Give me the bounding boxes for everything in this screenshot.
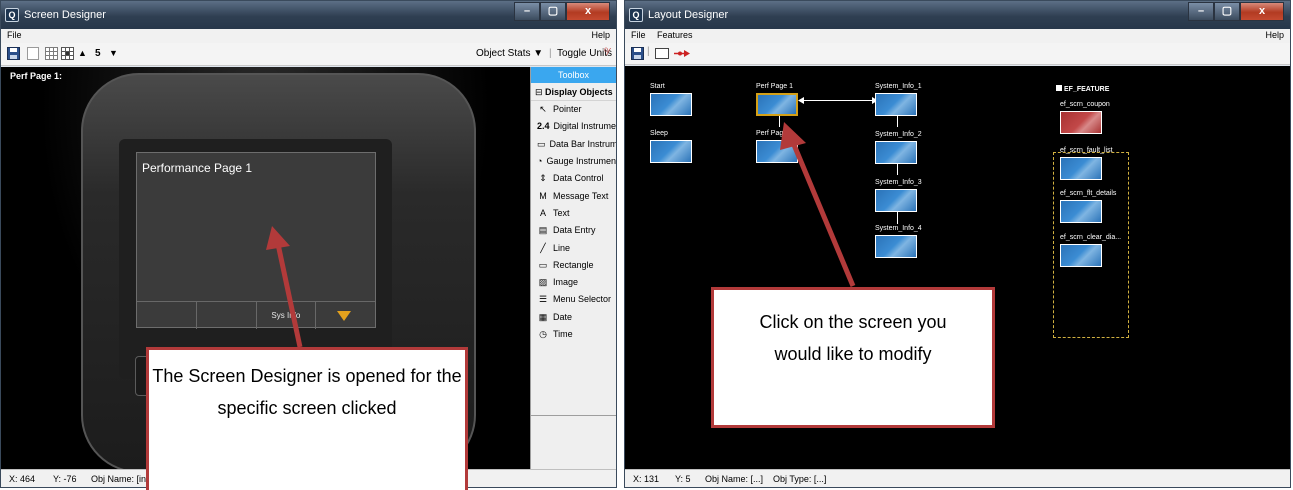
callout-right-text: Click on the screen you would like to mo… [759, 312, 947, 364]
callout-left-text: The Screen Designer is opened for the sp… [152, 366, 462, 418]
callout-left: The Screen Designer is opened for the sp… [146, 347, 468, 490]
callout-right: Click on the screen you would like to mo… [711, 287, 995, 428]
arrow-left [266, 226, 303, 348]
arrow-right [780, 122, 856, 287]
